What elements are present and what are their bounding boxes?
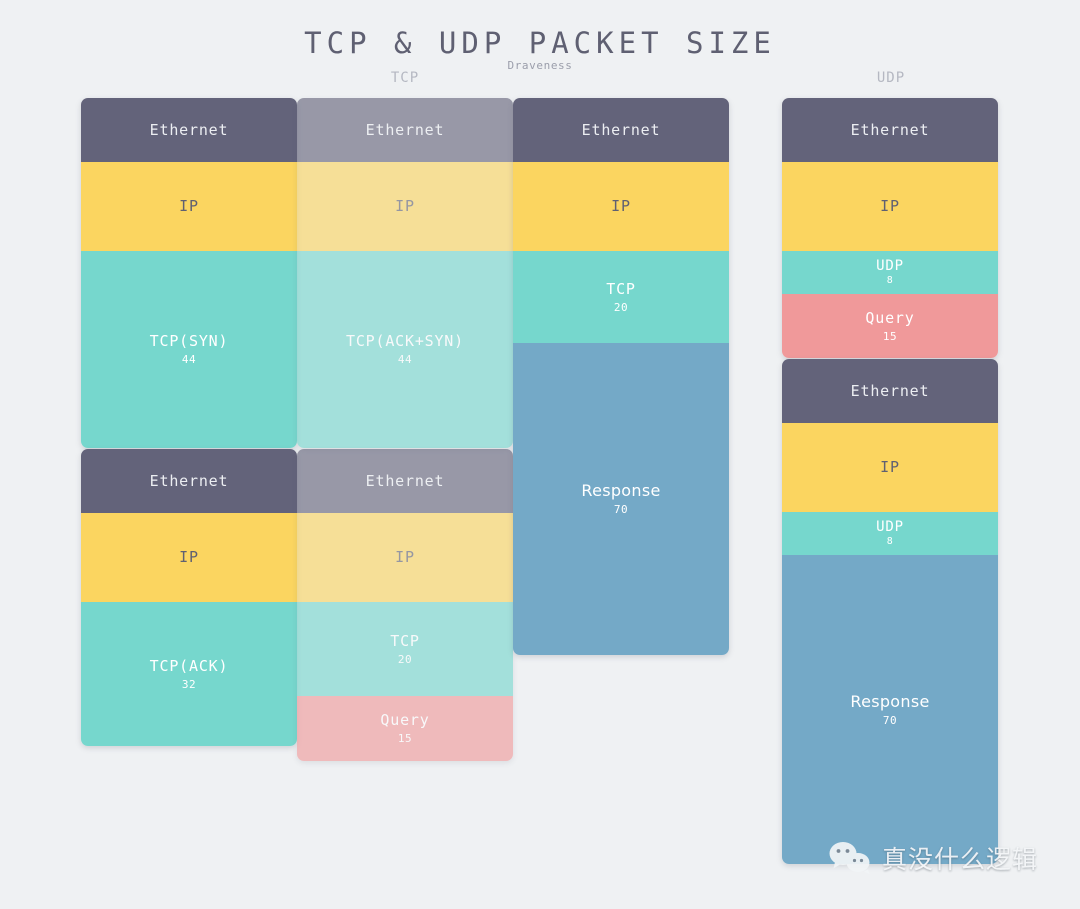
layer-size: 8	[886, 536, 894, 547]
layer-size: 32	[181, 677, 197, 691]
layer-label: UDP	[876, 257, 904, 274]
layer-label: Ethernet	[850, 120, 930, 139]
layer-size: 20	[613, 300, 629, 314]
packet-card[interactable]: Ethernet IP TCP(SYN) 44	[81, 98, 297, 448]
layer-response[interactable]: Response 70	[513, 343, 729, 655]
layer-ip[interactable]: IP	[297, 513, 513, 602]
layer-label: IP	[395, 548, 415, 567]
layer-tcp[interactable]: TCP(SYN) 44	[81, 251, 297, 448]
layer-query[interactable]: Query 15	[297, 696, 513, 761]
layer-ip[interactable]: IP	[513, 162, 729, 251]
layer-label: Response	[581, 481, 661, 501]
layer-ip[interactable]: IP	[782, 162, 998, 251]
layer-ethernet[interactable]: Ethernet	[81, 98, 297, 162]
layer-size: 15	[882, 329, 898, 343]
group-label-udp: UDP	[876, 70, 906, 86]
layer-size: 8	[886, 275, 894, 286]
layer-ethernet[interactable]: Ethernet	[297, 449, 513, 513]
layer-response[interactable]: Response 70	[782, 555, 998, 864]
layer-query[interactable]: Query 15	[782, 294, 998, 358]
layer-label: IP	[395, 197, 415, 216]
layer-ip[interactable]: IP	[782, 423, 998, 512]
packet-card[interactable]: Ethernet IP TCP 20 Query 15	[297, 449, 513, 761]
layer-label: IP	[179, 548, 199, 567]
layer-size: 15	[397, 732, 413, 745]
layer-tcp[interactable]: TCP(ACK+SYN) 44	[297, 251, 513, 448]
layer-label: UDP	[876, 518, 904, 535]
packet-card[interactable]: Ethernet IP TCP(ACK+SYN) 44	[297, 98, 513, 448]
group-label-tcp: TCP	[390, 70, 420, 86]
layer-ethernet[interactable]: Ethernet	[297, 98, 513, 162]
layer-ethernet[interactable]: Ethernet	[513, 98, 729, 162]
packet-card[interactable]: Ethernet IP UDP 8 Query 15	[782, 98, 998, 358]
layer-tcp[interactable]: TCP 20	[297, 602, 513, 696]
layer-size: 70	[613, 503, 629, 517]
layer-ethernet[interactable]: Ethernet	[782, 359, 998, 423]
page-title: TCP & UDP PACKET SIZE	[304, 26, 776, 60]
layer-label: TCP(ACK)	[149, 656, 229, 675]
layer-size: 70	[882, 713, 898, 727]
layer-ethernet[interactable]: Ethernet	[782, 98, 998, 162]
layer-ip[interactable]: IP	[297, 162, 513, 251]
layer-label: Ethernet	[850, 381, 930, 400]
layer-ethernet[interactable]: Ethernet	[81, 449, 297, 513]
layer-label: Ethernet	[149, 471, 229, 490]
layer-ip[interactable]: IP	[81, 162, 297, 251]
layer-udp[interactable]: UDP 8	[782, 251, 998, 294]
layer-size: 44	[397, 353, 413, 366]
layer-label: IP	[179, 197, 199, 216]
layer-label: TCP	[390, 631, 420, 650]
layer-label: Response	[850, 691, 930, 711]
layer-label: TCP	[606, 279, 636, 298]
layer-label: Query	[865, 308, 915, 327]
layer-label: TCP(SYN)	[149, 332, 229, 351]
layer-label: TCP(ACK+SYN)	[346, 332, 464, 351]
packet-card[interactable]: Ethernet IP TCP(ACK) 32	[81, 449, 297, 746]
layer-tcp[interactable]: TCP(ACK) 32	[81, 602, 297, 746]
layer-label: IP	[611, 197, 631, 216]
layer-label: Ethernet	[149, 120, 229, 139]
layer-label: Ethernet	[581, 120, 661, 139]
layer-label: IP	[880, 458, 900, 477]
diagram-canvas: TCP & UDP PACKET SIZE Draveness TCP UDP …	[0, 0, 1080, 909]
layer-size: 20	[397, 652, 413, 666]
packet-card[interactable]: Ethernet IP TCP 20 Response 70	[513, 98, 729, 655]
layer-label: Ethernet	[365, 120, 445, 139]
layer-size: 44	[181, 353, 197, 366]
layer-udp[interactable]: UDP 8	[782, 512, 998, 555]
layer-label: IP	[880, 197, 900, 216]
layer-label: Query	[380, 711, 430, 730]
layer-label: Ethernet	[365, 471, 445, 490]
layer-tcp[interactable]: TCP 20	[513, 251, 729, 343]
packet-card[interactable]: Ethernet IP UDP 8 Response 70	[782, 359, 998, 864]
layer-ip[interactable]: IP	[81, 513, 297, 602]
